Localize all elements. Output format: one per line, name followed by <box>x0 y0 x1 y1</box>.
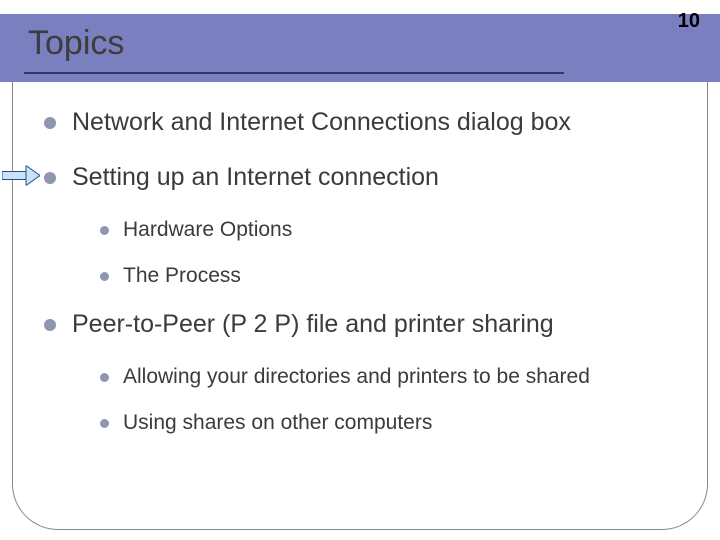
bullet-level-2: The Process <box>100 264 690 288</box>
slide: 10 Topics Network and Internet Connectio… <box>0 0 720 540</box>
content-area: Network and Internet Connections dialog … <box>44 108 690 457</box>
bullet-text: Hardware Options <box>123 218 292 242</box>
arrow-right-icon <box>2 163 40 192</box>
bullet-text: The Process <box>123 264 241 288</box>
bullet-level-2: Allowing your directories and printers t… <box>100 365 690 389</box>
bullet-level-1: Network and Internet Connections dialog … <box>44 108 690 137</box>
list-item: Network and Internet Connections dialog … <box>44 108 690 137</box>
bullet-level-2: Using shares on other computers <box>100 411 690 435</box>
list-item: Peer-to-Peer (P 2 P) file and printer sh… <box>44 310 690 435</box>
bullet-text: Network and Internet Connections dialog … <box>72 108 571 137</box>
bullet-icon <box>100 373 109 382</box>
title-underline <box>24 72 564 74</box>
bullet-text: Setting up an Internet connection <box>72 163 439 192</box>
list-item: Setting up an Internet connection Hardwa… <box>44 163 690 288</box>
bullet-icon <box>44 117 56 129</box>
bullet-icon <box>44 172 56 184</box>
bullet-text: Using shares on other computers <box>123 411 432 435</box>
bullet-icon <box>100 226 109 235</box>
bullet-text: Allowing your directories and printers t… <box>123 365 590 389</box>
bullet-text: Peer-to-Peer (P 2 P) file and printer sh… <box>72 310 554 339</box>
page-title: Topics <box>28 24 124 63</box>
bullet-icon <box>44 319 56 331</box>
bullet-level-2: Hardware Options <box>100 218 690 242</box>
bullet-icon <box>100 419 109 428</box>
bullet-level-1: Peer-to-Peer (P 2 P) file and printer sh… <box>44 310 690 339</box>
page-number: 10 <box>678 10 700 33</box>
bullet-icon <box>100 272 109 281</box>
bullet-level-1: Setting up an Internet connection <box>44 163 690 192</box>
